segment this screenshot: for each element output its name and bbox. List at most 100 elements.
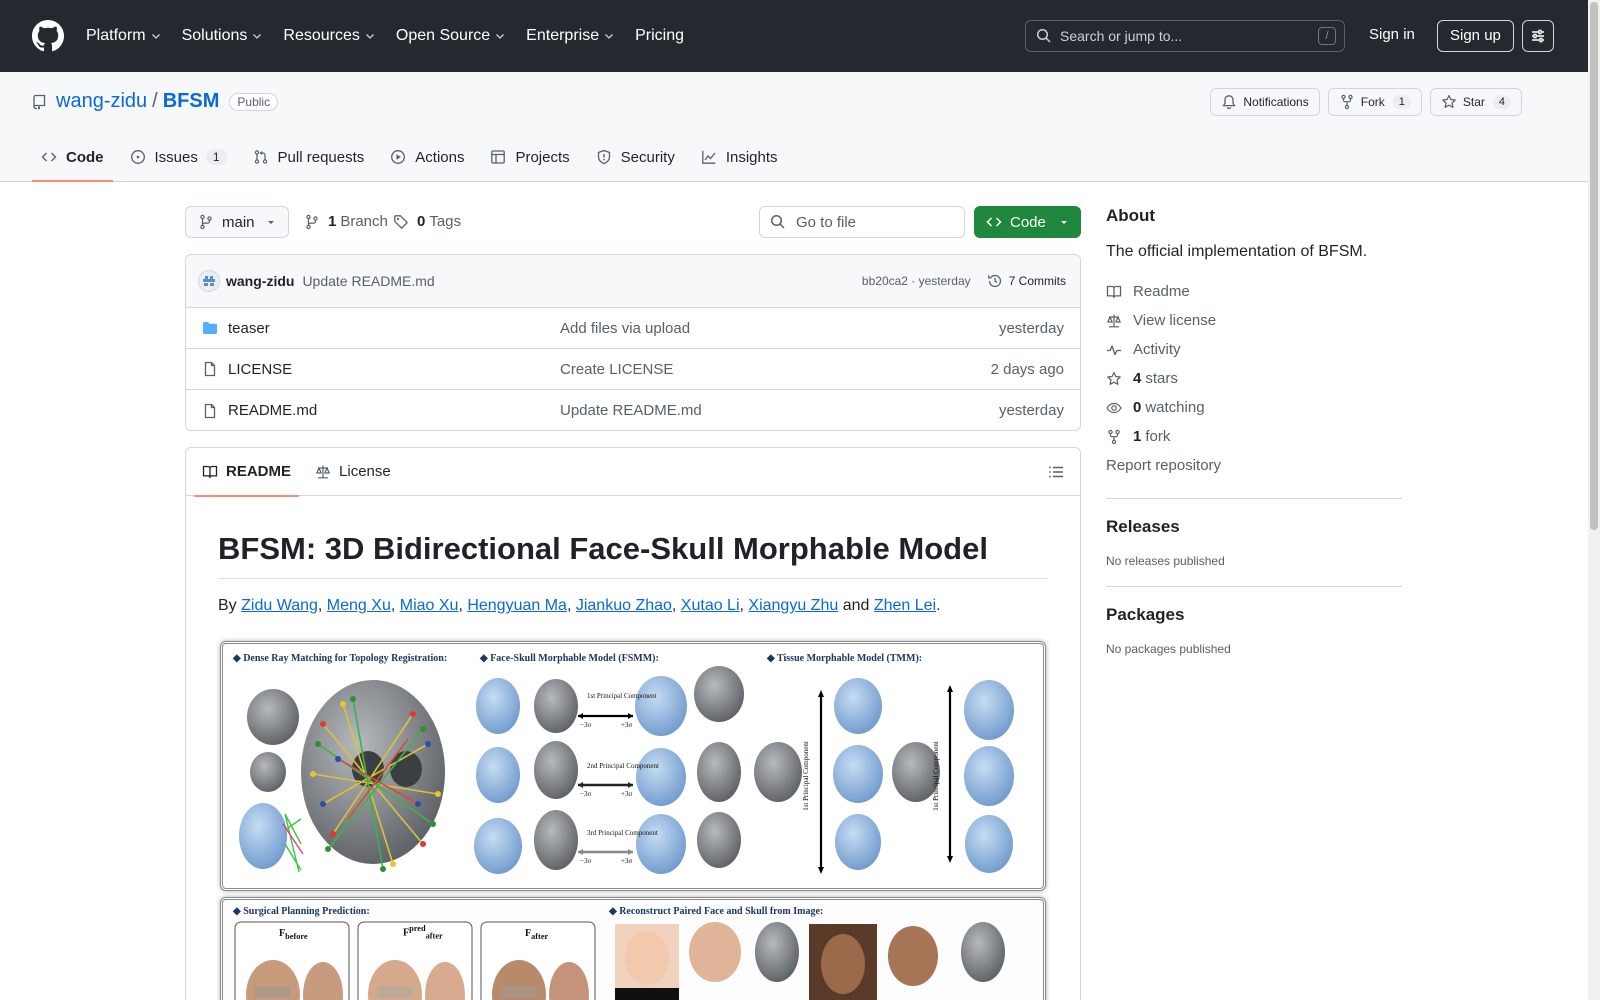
repo-owner-link[interactable]: wang-zidu	[56, 90, 147, 113]
go-to-file-input[interactable]: Go to file	[759, 206, 965, 238]
nav-solutions[interactable]: Solutions	[182, 27, 264, 45]
caret-down-icon	[268, 221, 274, 224]
author-link[interactable]: Zidu Wang	[241, 597, 318, 614]
repo-header: wang-zidu / BFSM Public Notifications Fo…	[0, 72, 1588, 182]
sign-up-button[interactable]: Sign up	[1437, 20, 1514, 52]
code-dropdown-button[interactable]: Code	[974, 206, 1081, 238]
readme-body: BFSM: 3D Bidirectional Face-Skull Morpha…	[186, 531, 1080, 615]
tab-license[interactable]: License	[307, 448, 399, 496]
watching-link[interactable]: 0 watching	[1106, 393, 1402, 422]
scrollbar-thumb[interactable]	[1590, 2, 1598, 530]
branch-name: main	[222, 213, 255, 231]
chevron-down-icon	[253, 34, 262, 39]
file-row[interactable]: README.md Update README.md yesterday	[186, 390, 1080, 430]
author-link[interactable]: Meng Xu	[327, 597, 391, 614]
branch-icon	[200, 214, 212, 230]
nav-pricing[interactable]: Pricing	[635, 27, 684, 45]
nav-resources[interactable]: Resources	[283, 27, 375, 45]
author-link[interactable]: Jiankuo Zhao	[576, 597, 672, 614]
tab-label: Insights	[725, 148, 778, 166]
file-date: 2 days ago	[990, 360, 1064, 378]
tab-security[interactable]: Security	[587, 133, 684, 181]
commit-hash-time[interactable]: bb20ca2 · yesterday	[862, 274, 971, 288]
nav-label: Solutions	[181, 27, 248, 44]
file-name-link[interactable]: LICENSE	[228, 361, 292, 378]
author-link[interactable]: Xiangyu Zhu	[748, 597, 838, 614]
report-repository-link[interactable]: Report repository	[1106, 451, 1402, 480]
pull-request-icon	[254, 150, 267, 164]
tab-projects[interactable]: Projects	[481, 133, 578, 181]
readme-tab-label: README	[226, 463, 292, 480]
commits-history-link[interactable]: 7 Commits	[987, 273, 1066, 289]
forks-link[interactable]: 1 fork	[1106, 422, 1402, 451]
search-placeholder: Search or jump to...	[1060, 28, 1183, 44]
file-name-link[interactable]: teaser	[228, 320, 270, 337]
tab-insights[interactable]: Insights	[692, 133, 787, 181]
star-button[interactable]: Star 4	[1429, 88, 1522, 116]
author-link[interactable]: Zhen Lei	[874, 597, 936, 614]
branch-select-button[interactable]: main	[185, 206, 289, 238]
packages-heading[interactable]: Packages	[1106, 605, 1402, 625]
file-commit-message[interactable]: Update README.md	[560, 402, 702, 419]
repo-description: The official implementation of BFSM.	[1106, 243, 1368, 260]
nav-label: Enterprise	[526, 27, 600, 44]
search-input[interactable]: Search or jump to... /	[1025, 20, 1345, 52]
file-name-link[interactable]: README.md	[228, 402, 317, 419]
law-icon	[1107, 314, 1121, 327]
nav-open-source[interactable]: Open Source	[396, 27, 506, 45]
view-license-link[interactable]: View license	[1106, 306, 1402, 335]
site-header: Platform Solutions Resources Open Source…	[0, 0, 1588, 72]
link-count: 4	[1133, 370, 1142, 387]
commit-message-link[interactable]: Update README.md	[302, 273, 434, 289]
author-link[interactable]: Miao Xu	[400, 597, 459, 614]
pc3-label: 3rd Principal Component	[587, 829, 658, 837]
branches-link[interactable]: 1 Branch	[304, 213, 388, 230]
chevron-down-icon	[365, 34, 374, 39]
repo-title: wang-zidu / BFSM Public	[32, 90, 279, 113]
sign-in-link[interactable]: Sign in	[1369, 26, 1415, 43]
tags-link[interactable]: 0 Tags	[393, 213, 461, 230]
repo-name-link[interactable]: BFSM	[163, 90, 220, 113]
file-commit-message[interactable]: Add files via upload	[560, 320, 690, 337]
notifications-button[interactable]: Notifications	[1210, 88, 1320, 116]
tab-label: Security	[620, 148, 675, 166]
tab-pull-requests[interactable]: Pull requests	[244, 133, 374, 181]
file-row[interactable]: LICENSE Create LICENSE 2 days ago	[186, 349, 1080, 390]
nav-enterprise[interactable]: Enterprise	[526, 27, 615, 45]
tab-readme[interactable]: README	[194, 448, 300, 497]
fork-label: Fork	[1360, 95, 1385, 109]
releases-heading[interactable]: Releases	[1106, 517, 1402, 537]
readme-tabs: README License	[186, 448, 1080, 497]
tab-label: Projects	[515, 148, 570, 166]
activity-link[interactable]: Activity	[1106, 335, 1402, 364]
author-link[interactable]: Xutao Li	[681, 597, 740, 614]
readme-link[interactable]: Readme	[1106, 277, 1402, 306]
author-link[interactable]: Hengyuan Ma	[467, 597, 567, 614]
packages-empty-text: No packages published	[1106, 642, 1231, 656]
settings-menu-button[interactable]	[1522, 20, 1554, 52]
branch-count: 1	[328, 213, 337, 230]
list-icon[interactable]	[1048, 464, 1064, 480]
tab-issues[interactable]: Issues 1	[121, 133, 236, 181]
avatar-identicon-icon	[203, 276, 215, 286]
fork-button[interactable]: Fork 1	[1327, 88, 1422, 116]
avatar[interactable]	[198, 270, 220, 292]
face-mesh-render	[239, 803, 304, 873]
github-logo-icon[interactable]	[32, 20, 64, 52]
f-pred-superscript: pred	[409, 924, 426, 933]
pc1-label: 1st Principal Component	[587, 692, 657, 700]
chevron-down-icon	[151, 34, 160, 39]
sidebar-divider	[1106, 586, 1402, 587]
dense-ray-skull-render	[301, 680, 445, 872]
tab-actions[interactable]: Actions	[381, 133, 473, 181]
file-commit-message[interactable]: Create LICENSE	[560, 361, 673, 378]
tab-code[interactable]: Code	[32, 133, 113, 182]
nav-platform[interactable]: Platform	[86, 27, 162, 45]
page-scrollbar[interactable]	[1588, 0, 1600, 1000]
stars-link[interactable]: 4 stars	[1106, 364, 1402, 393]
commit-author-link[interactable]: wang-zidu	[226, 273, 294, 289]
file-row[interactable]: teaser Add files via upload yesterday	[186, 308, 1080, 349]
commits-count-label: 7 Commits	[1008, 274, 1066, 288]
tmm-right-axis-label: 1st Principal Component	[931, 741, 940, 811]
repo-actions: Notifications Fork 1 Star 4	[1202, 88, 1522, 116]
